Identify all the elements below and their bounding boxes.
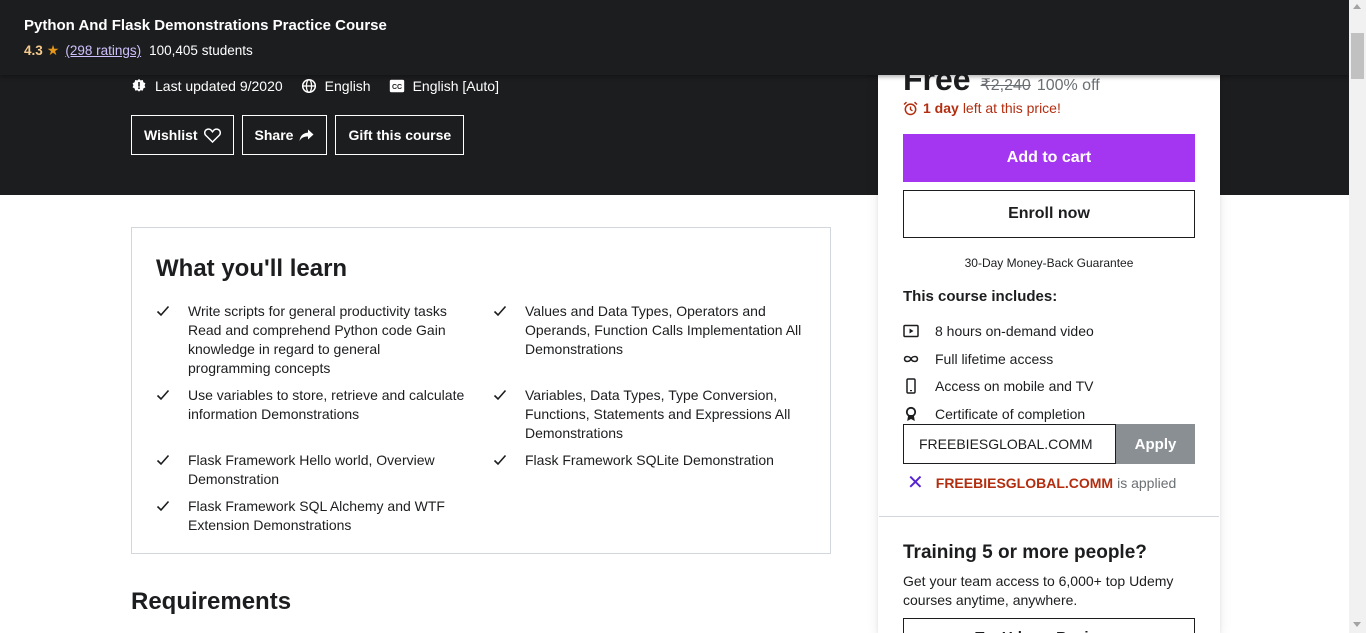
infinity-icon	[903, 355, 919, 362]
includes-list: 8 hours on-demand video Full lifetime ac…	[903, 317, 1094, 428]
course-title: Python And Flask Demonstrations Practice…	[24, 17, 387, 34]
learn-item: Flask Framework SQLite Demonstration	[493, 451, 805, 471]
learn-item-text: Flask Framework SQL Alchemy and WTF Exte…	[188, 498, 445, 533]
coupon-applied-notice: ✕ FREEBIESGLOBAL.COMM is applied	[907, 473, 1176, 493]
star-icon: ★	[46, 42, 60, 58]
sticky-course-header: Python And Flask Demonstrations Practice…	[0, 0, 1349, 75]
check-icon	[156, 386, 188, 424]
last-updated-text: Last updated 9/2020	[155, 78, 283, 94]
learn-item-text: Flask Framework SQLite Demonstration	[525, 452, 774, 468]
wishlist-label: Wishlist	[144, 127, 198, 143]
remove-coupon-icon[interactable]: ✕	[907, 473, 924, 493]
include-label: Full lifetime access	[935, 350, 1054, 367]
page-scrollbar[interactable]	[1349, 0, 1366, 633]
captions-text: English [Auto]	[412, 78, 499, 94]
learn-item: Values and Data Types, Operators and Ope…	[493, 302, 805, 359]
rating-value: 4.3	[24, 43, 43, 58]
globe-icon	[301, 78, 316, 94]
captions: CC English [Auto]	[389, 78, 499, 94]
what-youll-learn-section: What you'll learn Write scripts for gene…	[131, 227, 831, 554]
learn-item: Flask Framework SQL Alchemy and WTF Exte…	[156, 497, 456, 535]
alert-icon	[132, 79, 146, 92]
svg-text:CC: CC	[392, 84, 402, 91]
last-updated: Last updated 9/2020	[131, 78, 283, 94]
applied-text: is applied	[1117, 475, 1177, 491]
learn-item: Write scripts for general productivity t…	[156, 302, 456, 378]
try-business-button[interactable]: Try Udemy Business	[903, 618, 1195, 633]
course-meta-row: Last updated 9/2020 English CC English […	[131, 78, 517, 94]
learn-item-text: Variables, Data Types, Type Conversion, …	[525, 387, 791, 441]
coupon-input[interactable]	[903, 424, 1116, 464]
training-description: Get your team access to 6,000+ top Udemy…	[903, 573, 1174, 608]
training-heading: Training 5 or more people?	[903, 542, 1147, 563]
include-label: Access on mobile and TV	[935, 378, 1094, 395]
gift-label: Gift this course	[348, 127, 452, 143]
share-button[interactable]: Share	[241, 115, 328, 155]
students-count: 100,405 students	[149, 43, 253, 58]
course-rating-row: 4.3 ★ (298 ratings) 100,405 students	[24, 42, 253, 59]
add-to-cart-button[interactable]: Add to cart	[903, 134, 1195, 182]
hero-actions: Wishlist Share Gift this course	[131, 115, 472, 155]
purchase-sidebar: Free ₹2,240 100% off 1 day left at this …	[878, 0, 1220, 633]
check-icon	[156, 497, 188, 535]
includes-heading: This course includes:	[903, 288, 1058, 305]
discount-timer: 1 day left at this price!	[903, 100, 1061, 116]
learn-item-text: Write scripts for general productivity t…	[188, 303, 447, 376]
mobile-icon	[906, 378, 916, 394]
ratings-link[interactable]: (298 ratings)	[65, 43, 141, 58]
learn-item: Variables, Data Types, Type Conversion, …	[493, 386, 793, 443]
include-label: Certificate of completion	[935, 405, 1086, 422]
applied-coupon-code: FREEBIESGLOBAL.COMM	[935, 475, 1114, 491]
check-icon	[493, 302, 525, 359]
enroll-now-button[interactable]: Enroll now	[903, 190, 1195, 238]
alarm-clock-icon	[903, 101, 918, 115]
certificate-icon	[905, 406, 917, 421]
include-item: Full lifetime access	[903, 345, 1094, 373]
closed-captions-icon: CC	[389, 79, 404, 93]
learn-item: Use variables to store, retrieve and cal…	[156, 386, 466, 424]
requirements-heading: Requirements	[131, 588, 292, 615]
scroll-down-arrow-icon[interactable]	[1353, 622, 1361, 627]
original-price: ₹2,240	[980, 77, 1031, 94]
learn-item: Flask Framework Hello world, Overview De…	[156, 451, 456, 489]
apply-coupon-button[interactable]: Apply	[1116, 424, 1195, 464]
include-item: Access on mobile and TV	[903, 372, 1094, 400]
check-icon	[493, 386, 525, 443]
include-item: 8 hours on-demand video	[903, 317, 1094, 345]
check-icon	[156, 451, 188, 489]
timer-text: left at this price!	[962, 100, 1061, 116]
video-icon	[903, 324, 919, 338]
check-icon	[493, 451, 525, 471]
scrollbar-thumb[interactable]	[1351, 33, 1364, 79]
learn-item-text: Values and Data Types, Operators and Ope…	[525, 303, 802, 357]
timer-days: 1 day	[923, 100, 959, 116]
learn-item-text: Use variables to store, retrieve and cal…	[188, 387, 465, 422]
coupon-form: Apply	[903, 424, 1195, 464]
include-label: 8 hours on-demand video	[935, 322, 1094, 339]
gift-course-button[interactable]: Gift this course	[335, 115, 465, 155]
learn-item-text: Flask Framework Hello world, Overview De…	[188, 452, 435, 487]
money-back-guarantee: 30-Day Money-Back Guarantee	[964, 256, 1134, 270]
share-arrow-icon	[299, 129, 314, 141]
heart-icon	[203, 127, 221, 143]
language-text: English	[324, 78, 371, 94]
check-icon	[156, 302, 188, 378]
learn-heading: What you'll learn	[156, 255, 348, 282]
share-label: Share	[254, 127, 294, 143]
scroll-up-arrow-icon[interactable]	[1353, 4, 1361, 9]
sidebar-divider	[879, 516, 1219, 517]
wishlist-button[interactable]: Wishlist	[131, 115, 234, 155]
language: English	[301, 78, 371, 94]
discount-percent: 100% off	[1036, 77, 1100, 94]
